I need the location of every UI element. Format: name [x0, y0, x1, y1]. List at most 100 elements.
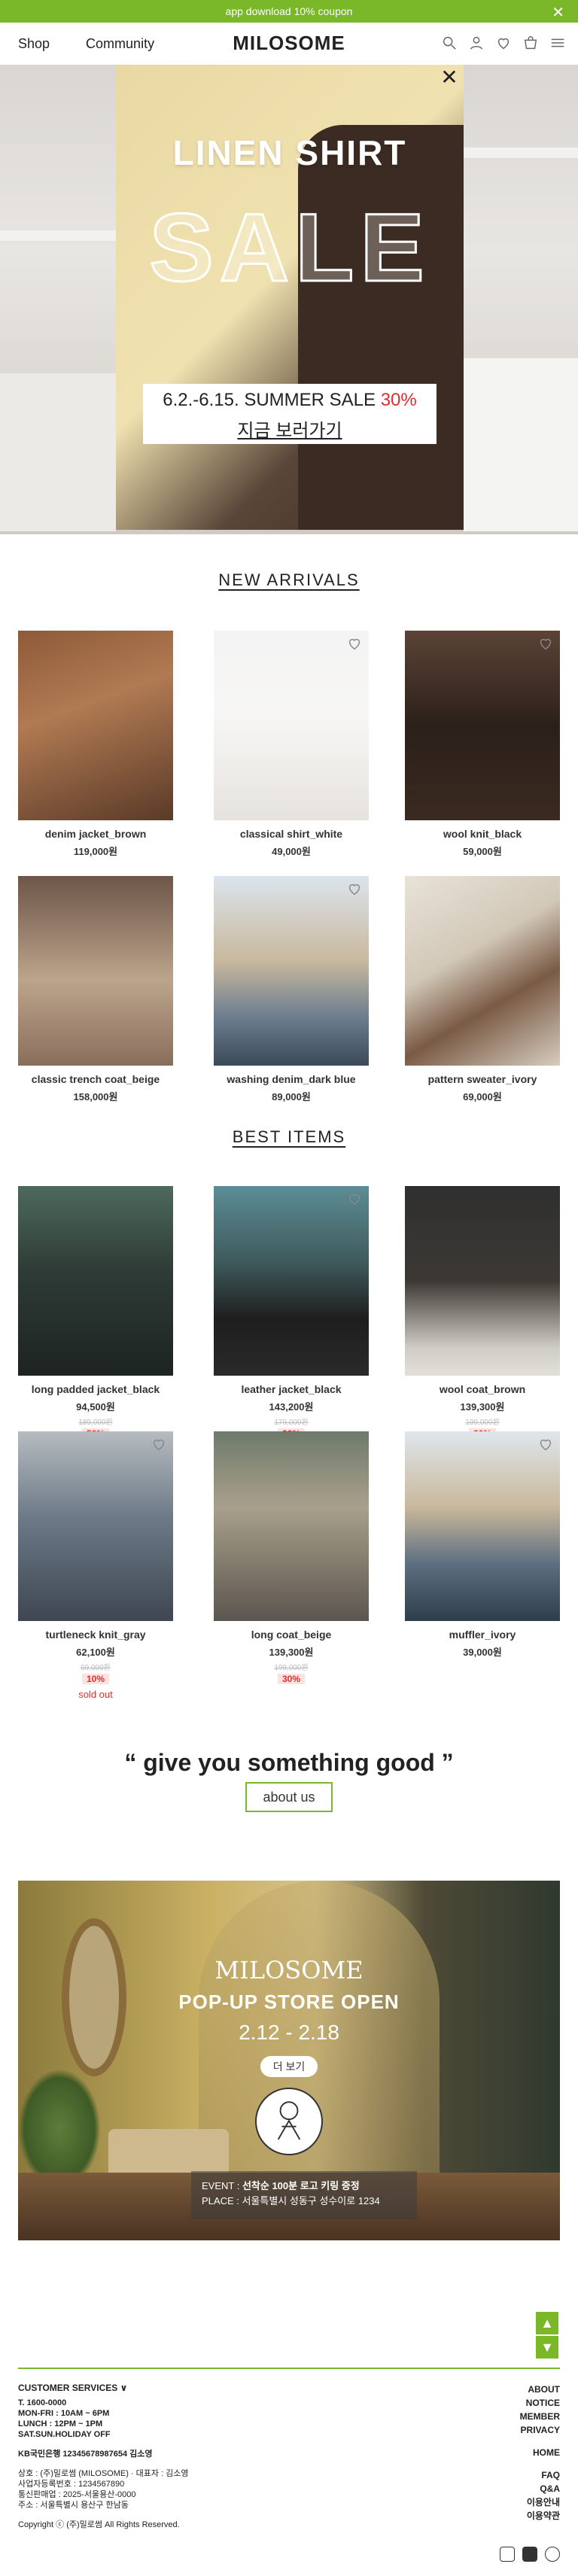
product-price: 139,300원 [269, 1647, 314, 1658]
product-image[interactable] [405, 1186, 560, 1376]
product-price: 49,000원 [272, 846, 311, 857]
product-card[interactable]: leather jacket_black 143,200원 179,000원 2… [214, 1186, 369, 1439]
footer-link-guide[interactable]: 이용안내 [520, 2495, 560, 2509]
product-card[interactable]: long coat_beige 139,300원 199,000원 30% [214, 1431, 369, 1684]
youtube-icon[interactable] [522, 2547, 537, 2562]
wishlist-heart-icon[interactable] [537, 635, 554, 652]
product-name[interactable]: long coat_beige [214, 1629, 369, 1641]
wishlist-heart-icon[interactable] [346, 1191, 363, 1207]
product-image[interactable] [214, 1186, 369, 1376]
product-image[interactable] [214, 876, 369, 1066]
product-card[interactable]: classical shirt_white 49,000원 [214, 631, 369, 858]
hours-line: MON-FRI : 10AM ~ 6PM [18, 2409, 110, 2418]
hero-banner: ✕ LINEN SHIRT SALE 6.2.-6.15. SUMMER SAL… [0, 65, 578, 534]
product-card[interactable]: wool knit_black 59,000원 [405, 631, 560, 858]
phone-number: T. 1600-0000 [18, 2398, 67, 2407]
shop-now-link[interactable]: 지금 보러가기 [237, 415, 342, 442]
product-name[interactable]: wool knit_black [405, 828, 560, 840]
product-name[interactable]: washing denim_dark blue [214, 1073, 369, 1085]
product-price: 143,200원 [269, 1401, 314, 1413]
footer-link-home[interactable]: HOME [520, 2446, 560, 2459]
product-card[interactable]: long padded jacket_black 94,500원 189,000… [18, 1186, 173, 1439]
product-name[interactable]: turtleneck knit_gray [18, 1629, 173, 1641]
product-image[interactable] [18, 1431, 173, 1621]
footer-link-faq[interactable]: FAQ [520, 2468, 560, 2482]
popup-store-banner[interactable]: MILOSOME POP-UP STORE OPEN 2.12 - 2.18 더… [18, 1881, 560, 2240]
promo-period-text: 6.2.-6.15. SUMMER SALE [163, 390, 381, 410]
footer-info: CUSTOMER SERVICES ∨ T. 1600-0000 MON-FRI… [18, 2383, 334, 2530]
popup-close-icon[interactable]: ✕ [438, 66, 461, 89]
best-items-title: BEST ITEMS [232, 1127, 346, 1146]
scroll-up-icon[interactable]: ▲ [536, 2312, 558, 2334]
product-name[interactable]: long padded jacket_black [18, 1383, 173, 1395]
product-image[interactable] [18, 631, 173, 820]
wishlist-heart-icon[interactable] [346, 635, 363, 652]
product-name[interactable]: denim jacket_brown [18, 828, 173, 840]
footer-link-privacy[interactable]: PRIVACY [520, 2423, 560, 2437]
product-image[interactable] [18, 1186, 173, 1376]
footer-link-about[interactable]: ABOUT [520, 2383, 560, 2396]
sold-out-label: sold out [78, 1689, 113, 1700]
footer-link-qna[interactable]: Q&A [520, 2482, 560, 2495]
product-name[interactable]: muffler_ivory [405, 1629, 560, 1641]
copyright: Copyright ⓒ (주)밀로썸 All Rights Reserved. [18, 2520, 180, 2529]
app-coupon-banner[interactable]: app download 10% coupon ✕ [0, 0, 578, 23]
product-card[interactable]: classic trench coat_beige 158,000원 [18, 876, 173, 1103]
more-button[interactable]: 더 보기 [260, 2056, 318, 2077]
coupon-banner-text[interactable]: app download 10% coupon [226, 5, 353, 17]
popup-promo-box[interactable]: 6.2.-6.15. SUMMER SALE 30% 지금 보러가기 [143, 384, 437, 444]
product-name[interactable]: leather jacket_black [214, 1383, 369, 1395]
product-price: 158,000원 [73, 1091, 118, 1102]
store-brand: MILOSOME [214, 1956, 364, 1984]
product-card[interactable]: wool coat_brown 139,300원 199,000원 30% [405, 1186, 560, 1439]
place-line: PLACE : 서울특별시 성동구 성수이로 1234 [202, 2194, 406, 2209]
product-price: 62,100원 [76, 1647, 115, 1658]
discount-badge: 30% [278, 1674, 305, 1684]
instagram-icon[interactable] [500, 2547, 515, 2562]
heart-icon[interactable] [495, 35, 512, 55]
product-name[interactable]: pattern sweater_ivory [405, 1073, 560, 1085]
kitchen-counter [0, 373, 116, 531]
customer-services-toggle[interactable]: CUSTOMER SERVICES ∨ [18, 2383, 334, 2393]
footer-link-terms[interactable]: 이용약관 [520, 2509, 560, 2523]
product-price: 39,000원 [463, 1647, 502, 1658]
wishlist-heart-icon[interactable] [537, 1436, 554, 1452]
promo-popup[interactable]: ✕ LINEN SHIRT SALE 6.2.-6.15. SUMMER SAL… [116, 65, 464, 530]
scroll-down-icon[interactable]: ▼ [536, 2336, 558, 2359]
footer-link-notice[interactable]: NOTICE [520, 2396, 560, 2410]
product-image[interactable] [214, 631, 369, 820]
popup-title: LINEN SHIRT [172, 133, 407, 172]
product-name[interactable]: classical shirt_white [214, 828, 369, 840]
cart-icon[interactable] [522, 35, 539, 55]
user-icon[interactable] [468, 35, 485, 55]
product-price: 69,000원 [463, 1091, 502, 1102]
original-price: 69,000원 [81, 1664, 111, 1672]
search-icon[interactable] [441, 35, 458, 55]
product-card[interactable]: denim jacket_brown 119,000원 [18, 631, 173, 858]
product-card[interactable]: muffler_ivory 39,000원 [405, 1431, 560, 1659]
place-text: 서울특별시 성동구 성수이로 1234 [242, 2195, 380, 2206]
product-image[interactable] [214, 1431, 369, 1621]
wishlist-heart-icon[interactable] [346, 880, 363, 897]
product-card[interactable]: pattern sweater_ivory 69,000원 [405, 876, 560, 1103]
menu-icon[interactable] [549, 35, 566, 55]
close-icon[interactable]: ✕ [552, 3, 564, 22]
blog-icon[interactable] [545, 2547, 560, 2562]
company-line: 상호 : (주)밀로썸 (MILOSOME) · 대표자 : 김소영 [18, 2469, 189, 2478]
about-us-button[interactable]: about us [245, 1782, 333, 1812]
product-image[interactable] [405, 631, 560, 820]
product-name[interactable]: wool coat_brown [405, 1383, 560, 1395]
company-line: 주소 : 서울특별시 용산구 한남동 [18, 2501, 129, 2510]
event-text: 선착순 100분 로고 키링 증정 [242, 2180, 360, 2191]
product-card[interactable]: washing denim_dark blue 89,000원 [214, 876, 369, 1103]
product-image[interactable] [18, 876, 173, 1066]
product-price: 119,000원 [73, 846, 118, 857]
product-card[interactable]: turtleneck knit_gray 62,100원 69,000원 10%… [18, 1431, 173, 1700]
product-image[interactable] [405, 1431, 560, 1621]
product-name[interactable]: classic trench coat_beige [18, 1073, 173, 1085]
footer-link-member[interactable]: MEMBER [520, 2410, 560, 2423]
original-price: 199,000원 [274, 1664, 309, 1672]
popup-sale-text: SALE [148, 193, 430, 303]
product-image[interactable] [405, 876, 560, 1066]
wishlist-heart-icon[interactable] [151, 1436, 167, 1452]
